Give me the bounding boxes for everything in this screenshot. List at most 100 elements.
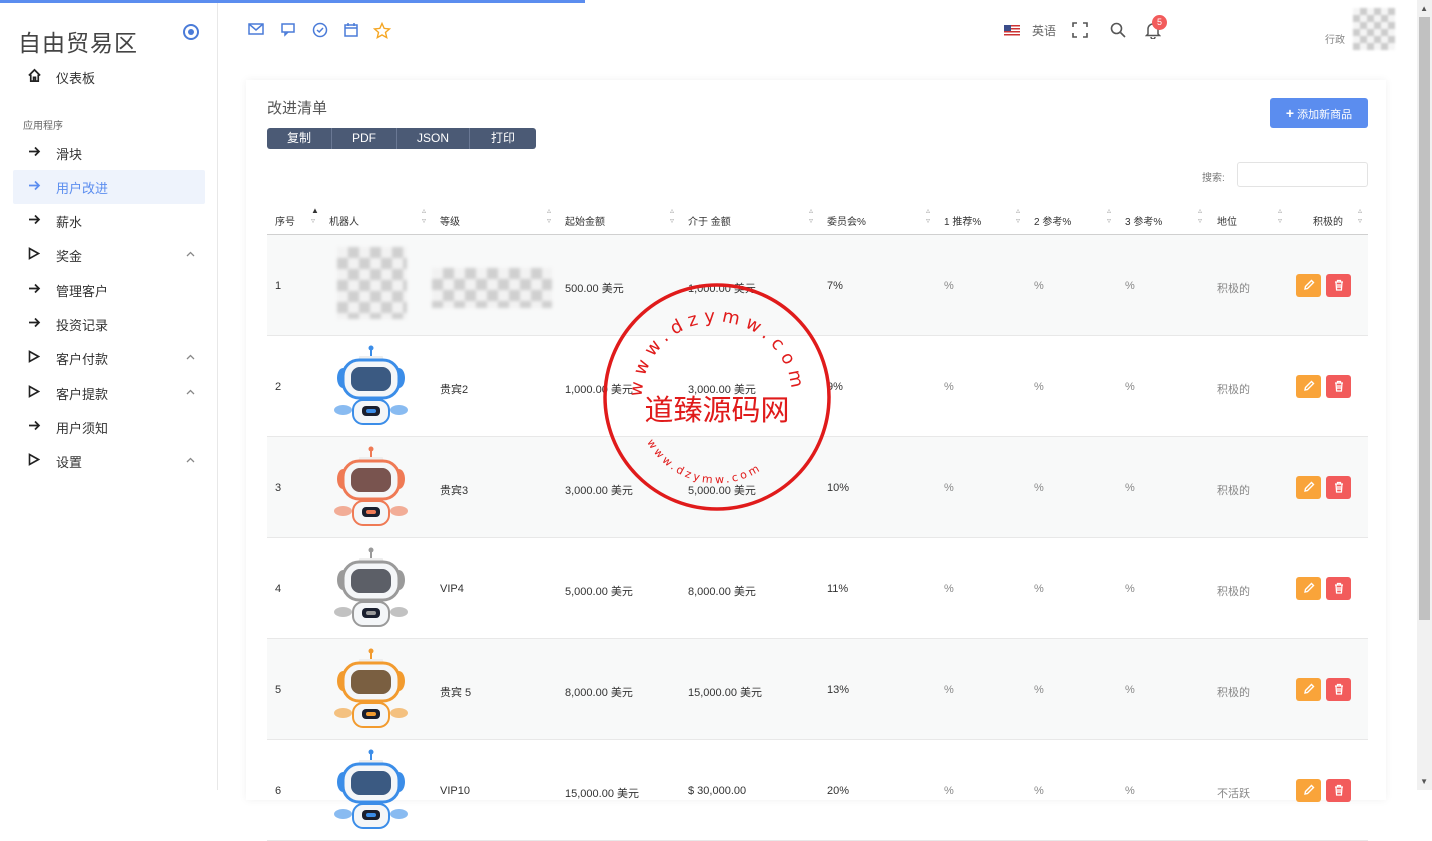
cell-ref1: % [944,583,954,595]
column-header[interactable]: 2 参考% [1034,213,1071,228]
search-input[interactable] [1237,162,1368,187]
cell-ref3: % [1125,684,1135,696]
sidebar-item[interactable]: 设置 [13,444,205,478]
column-header[interactable]: 起始金额 [565,213,605,228]
pencil-icon [1303,279,1314,290]
column-header[interactable]: 3 参考% [1125,213,1162,228]
vertical-scrollbar[interactable]: ▲ ▼ [1417,0,1432,790]
cell-status: 积极的 [1217,687,1250,699]
sidebar-item[interactable]: 客户提款 [13,376,205,410]
cell-start: 3,000.00 美元 [565,485,633,497]
delete-button[interactable] [1326,779,1351,802]
column-header[interactable]: 序号 [275,213,295,228]
print-button[interactable]: 打印 [470,128,537,149]
edit-button[interactable] [1296,476,1321,499]
language-selector[interactable]: 英语 [1004,22,1056,39]
sidebar-item[interactable]: 滑块 [13,136,205,170]
delete-button[interactable] [1326,274,1351,297]
sidebar-toggle-icon[interactable] [183,24,199,40]
chevron-up-icon[interactable] [186,388,195,398]
delete-button[interactable] [1326,678,1351,701]
cell-ref1: % [944,381,954,393]
sort-arrows-icon[interactable]: ▵ ▿ [1107,206,1111,226]
delete-button[interactable] [1326,577,1351,600]
json-button[interactable]: JSON [397,128,471,149]
sidebar: 自由贸易区 仪表板 应用程序 滑块 用户改进 薪水 奖金 管理客户 投资记录 客户付款 客户提… [0,0,218,790]
trash-icon [1334,481,1343,493]
cell-commission: 10% [827,482,850,494]
check-circle-icon[interactable] [311,22,329,40]
sidebar-item-label: 投资记录 [56,318,109,334]
copy-button[interactable]: 复制 [267,128,333,149]
delete-button[interactable] [1326,476,1351,499]
cell-between: 1,000.00 美元 [688,283,756,295]
column-header[interactable]: 委员会% [827,213,866,228]
trash-icon [1334,683,1343,695]
sidebar-item[interactable]: 管理客户 [13,273,205,307]
sidebar-item[interactable]: 用户改进 [13,170,205,204]
cell-start: 5,000.00 美元 [565,586,633,598]
brand-title: 自由贸易区 [18,31,138,57]
robot-image [329,344,413,428]
delete-button[interactable] [1326,375,1351,398]
sort-arrows-icon[interactable]: ▲ ▿ [311,206,319,226]
fullscreen-icon[interactable] [1071,22,1089,40]
sidebar-item-label: 薪水 [56,215,83,231]
column-header[interactable]: 等级 [440,213,460,228]
edit-button[interactable] [1296,577,1321,600]
sort-arrows-icon[interactable]: ▵ ▿ [809,206,813,226]
edit-button[interactable] [1296,274,1321,297]
column-header[interactable]: 地位 [1217,213,1237,228]
chevron-up-icon[interactable] [186,456,195,466]
user-name[interactable]: 行政 [1325,31,1345,46]
sidebar-item[interactable]: 投资记录 [13,307,205,341]
sort-arrows-icon[interactable]: ▵ ▿ [1278,206,1282,226]
sidebar-item[interactable]: 奖金 [13,238,205,272]
chevron-up-icon[interactable] [186,353,195,363]
sort-arrows-icon[interactable]: ▵ ▿ [547,206,551,226]
cell-index: 3 [275,482,282,494]
cell-ref2: % [1034,280,1044,292]
cell-ref2: % [1034,785,1044,797]
edit-button[interactable] [1296,375,1321,398]
sidebar-item-dashboard[interactable]: 仪表板 [13,60,205,94]
add-new-item-button[interactable]: + 添加新商品 [1270,98,1368,128]
cell-between: 3,000.00 美元 [688,384,756,396]
avatar[interactable] [1353,8,1395,50]
column-header[interactable]: 积极的 [1313,213,1343,228]
search-icon[interactable] [1109,22,1127,40]
sidebar-item[interactable]: 薪水 [13,204,205,238]
robot-image [337,247,407,319]
calendar-icon[interactable] [342,22,360,40]
sidebar-item[interactable]: 用户须知 [13,410,205,444]
column-header[interactable]: 介于 金额 [688,213,731,228]
sidebar-item-label: 用户须知 [56,421,109,437]
cell-commission: 7% [827,280,843,292]
sort-arrows-icon[interactable]: ▵ ▿ [1358,206,1362,226]
cell-status: 积极的 [1217,586,1250,598]
sort-arrows-icon[interactable]: ▵ ▿ [1198,206,1202,226]
sidebar-item[interactable]: 客户付款 [13,341,205,375]
scroll-down-arrow-icon[interactable]: ▼ [1420,777,1428,786]
arrow-right-icon [24,316,44,332]
edit-button[interactable] [1296,678,1321,701]
pdf-button[interactable]: PDF [332,128,398,149]
cell-ref3: % [1125,785,1135,797]
scrollbar-thumb[interactable] [1419,17,1430,620]
edit-button[interactable] [1296,779,1321,802]
sort-arrows-icon[interactable]: ▵ ▿ [422,206,426,226]
cell-ref2: % [1034,583,1044,595]
sort-arrows-icon[interactable]: ▵ ▿ [670,206,674,226]
improvement-list-card: 改进清单 复制 PDF JSON 打印 + 添加新商品 搜索: 序号 ▲ ▿ 机器人 ▵… [246,80,1386,841]
star-icon[interactable] [372,21,392,40]
chat-icon[interactable] [279,22,297,40]
chevron-up-icon[interactable] [186,250,195,260]
scroll-up-arrow-icon[interactable]: ▲ [1420,4,1428,13]
column-header[interactable]: 1 推荐% [944,213,981,228]
mail-icon[interactable] [247,22,265,40]
cell-ref1: % [944,482,954,494]
column-header[interactable]: 机器人 [329,213,359,228]
pencil-icon [1303,481,1314,492]
sort-arrows-icon[interactable]: ▵ ▿ [926,206,930,226]
sort-arrows-icon[interactable]: ▵ ▿ [1016,206,1020,226]
